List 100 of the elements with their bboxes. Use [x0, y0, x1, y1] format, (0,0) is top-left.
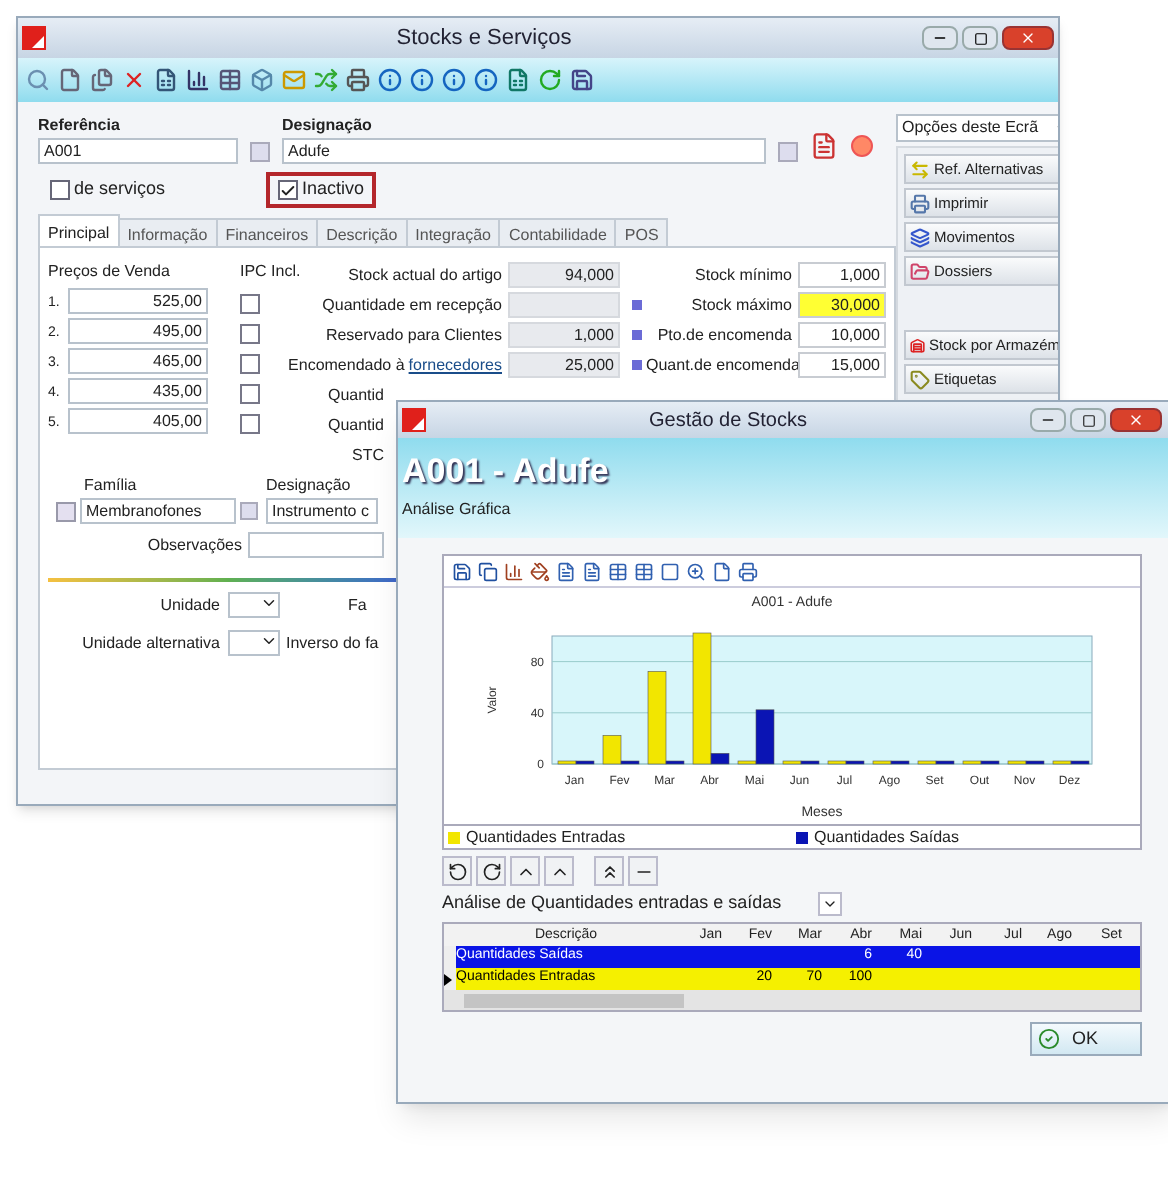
search-icon[interactable]	[26, 68, 50, 92]
view-button[interactable]	[594, 856, 624, 886]
document-icon[interactable]	[154, 68, 178, 92]
checkbox[interactable]	[240, 354, 260, 374]
maximize-button[interactable]	[962, 26, 998, 50]
price-field[interactable]: 405,00	[68, 408, 208, 434]
ok-button[interactable]: OK	[1030, 1022, 1142, 1056]
tab[interactable]: Financeiros	[215, 218, 319, 248]
field-label: Stock máximo	[689, 293, 794, 317]
limit-field[interactable]: 1,000	[798, 262, 886, 288]
price-field[interactable]: 465,00	[68, 348, 208, 374]
field-label: Inverso do fa	[286, 631, 379, 655]
window-title: Stocks e Serviços	[394, 23, 574, 54]
tab[interactable]: POS	[614, 218, 669, 248]
close-button[interactable]	[1002, 26, 1054, 50]
image-icon[interactable]	[660, 561, 680, 581]
option-icon	[910, 369, 930, 389]
chart-icon[interactable]	[504, 561, 524, 581]
view-button[interactable]	[628, 856, 658, 886]
table-icon[interactable]	[608, 561, 628, 581]
maximize-icon	[1081, 413, 1095, 427]
field-label: Stock mínimo	[693, 263, 794, 287]
table-icon[interactable]	[218, 68, 242, 92]
print-icon[interactable]	[738, 561, 758, 581]
app-logo-icon	[402, 408, 426, 432]
new-document-icon[interactable]	[58, 68, 82, 92]
price-field[interactable]: 435,00	[68, 378, 208, 404]
field-label: Pto.de encomenda	[655, 323, 794, 347]
field-label: Quantidade em recepção	[322, 293, 502, 317]
page-icon[interactable]	[556, 561, 576, 581]
stop-icon[interactable]	[850, 134, 874, 158]
delete-icon[interactable]	[122, 68, 146, 92]
info-icon[interactable]	[442, 68, 466, 92]
chevron-down-icon	[260, 594, 278, 612]
tab[interactable]: Principal	[38, 214, 120, 248]
minimize-button[interactable]	[1030, 408, 1066, 432]
options-dropdown[interactable]: Opções deste Ecrã	[896, 114, 1058, 142]
minimize-button[interactable]	[922, 26, 958, 50]
info-icon[interactable]	[474, 68, 498, 92]
observations-field[interactable]	[248, 532, 384, 558]
column-label: IPC Incl.	[240, 260, 301, 284]
price-field[interactable]: 495,00	[68, 318, 208, 344]
limit-field[interactable]: 30,000	[798, 292, 886, 318]
copy-document-icon[interactable]	[90, 68, 114, 92]
field-label: Quantid	[327, 383, 384, 407]
tab[interactable]: Contabilidade	[498, 218, 617, 248]
paint-bucket-icon[interactable]	[530, 561, 550, 581]
copy-icon[interactable]	[478, 561, 498, 581]
section-subtitle: Análise Gráfica	[402, 497, 513, 521]
chart-icon[interactable]	[186, 68, 210, 92]
suppliers-link[interactable]: fornecedores	[408, 353, 502, 377]
info-icon[interactable]	[410, 68, 434, 92]
info-icon[interactable]	[378, 68, 402, 92]
field-label: Stock actual do artigo	[348, 263, 502, 287]
maximize-button[interactable]	[1070, 408, 1106, 432]
view-button[interactable]	[510, 856, 540, 886]
spreadsheet-icon[interactable]	[506, 68, 530, 92]
document-icon[interactable]	[810, 132, 838, 160]
view-button[interactable]	[442, 856, 472, 886]
scrollbar-thumb[interactable]	[464, 993, 684, 1007]
checkbox[interactable]	[240, 414, 260, 434]
analysis-dropdown[interactable]: Análise de Quantidades entradas e saídas	[442, 890, 842, 918]
field-label: Reservado para Clientes	[325, 323, 502, 347]
reference-field[interactable]: A001	[38, 138, 238, 164]
page-icon[interactable]	[582, 561, 602, 581]
zoom-icon[interactable]	[686, 561, 706, 581]
family-field[interactable]: Membranofones	[80, 498, 236, 524]
checkbox[interactable]	[240, 324, 260, 344]
refresh-icon[interactable]	[538, 68, 562, 92]
field-label: Encomendado à	[288, 353, 405, 377]
view-button[interactable]	[544, 856, 574, 886]
designation-field[interactable]: Adufe	[282, 138, 766, 164]
legend-label: Quantidades Entradas	[466, 825, 626, 849]
arrows-icon[interactable]	[314, 68, 338, 92]
checkbox[interactable]	[240, 384, 260, 404]
save-icon[interactable]	[570, 68, 594, 92]
item-heading: A001 - Adufe	[402, 450, 611, 494]
stock-value-field	[508, 292, 620, 318]
limit-field[interactable]: 15,000	[798, 352, 886, 378]
family-designation-field[interactable]: Instrumento c	[266, 498, 378, 524]
checkbox[interactable]	[240, 294, 260, 314]
page-icon[interactable]	[712, 561, 732, 581]
check-icon	[1038, 1028, 1060, 1050]
checkbox[interactable]	[278, 180, 298, 200]
limit-field[interactable]: 10,000	[798, 322, 886, 348]
horizontal-scrollbar[interactable]	[444, 990, 1140, 1010]
checkbox[interactable]	[50, 180, 70, 200]
family-icon[interactable]	[56, 501, 76, 521]
table-icon[interactable]	[634, 561, 654, 581]
option-icon	[910, 193, 930, 213]
box-icon[interactable]	[250, 68, 274, 92]
tab[interactable]: Informação	[117, 218, 218, 248]
option-icon	[910, 261, 930, 281]
save-icon[interactable]	[452, 561, 472, 581]
close-button[interactable]	[1110, 408, 1162, 432]
tab[interactable]: Descrição	[316, 218, 408, 248]
print-preview-icon[interactable]	[346, 68, 370, 92]
view-button[interactable]	[476, 856, 506, 886]
option-icon	[910, 335, 926, 355]
price-field[interactable]: 525,00	[68, 288, 208, 314]
